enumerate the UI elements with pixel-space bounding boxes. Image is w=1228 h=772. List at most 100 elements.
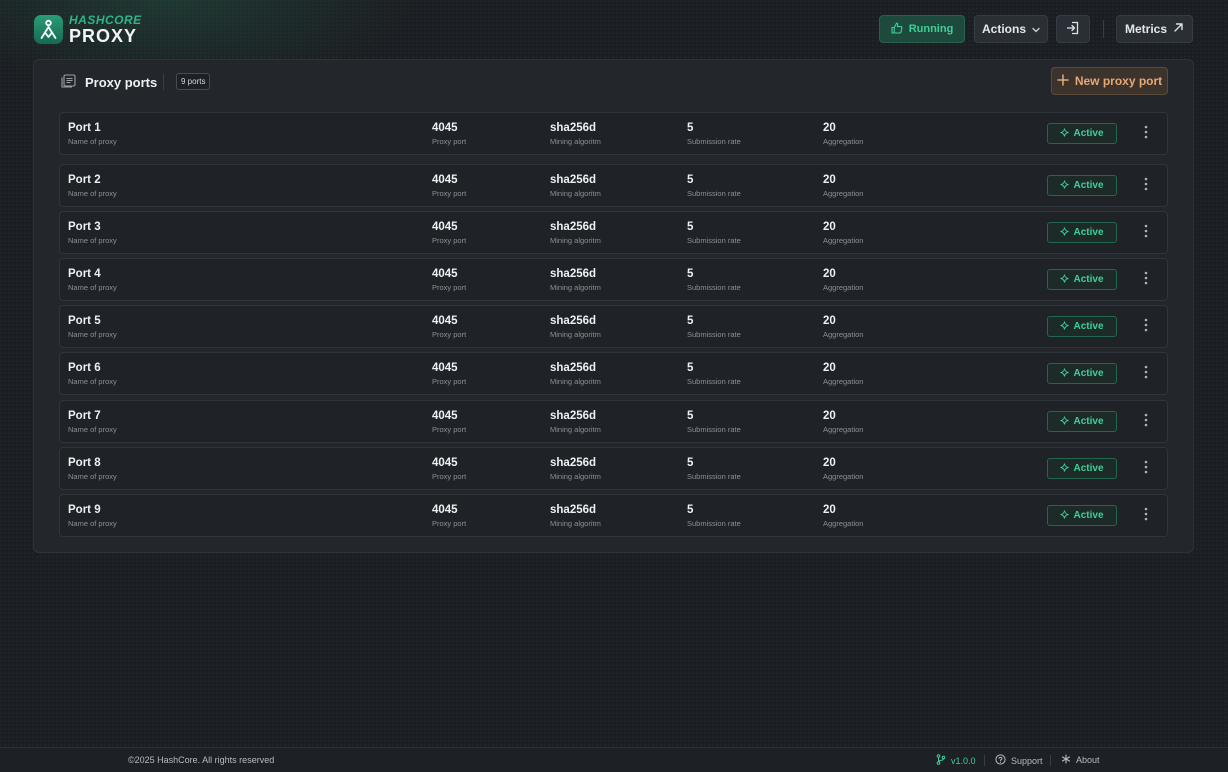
mining-algorithm-label: Mining algoritm [550, 377, 601, 386]
sparkle-icon [1060, 179, 1070, 192]
status-badge[interactable]: Active [1047, 505, 1117, 526]
proxy-port-row[interactable]: Port 9 Name of proxy 4045 Proxy port sha256d… [59, 494, 1168, 537]
more-vertical-icon [1144, 224, 1148, 243]
status-label: Active [1073, 128, 1104, 139]
status-label: Active [1073, 227, 1104, 238]
aggregation-cell: 20 Aggregation [823, 361, 863, 387]
aggregation-label: Aggregation [823, 189, 864, 198]
submission-rate-cell: 5 Submission rate [687, 409, 741, 435]
running-button[interactable]: Running [879, 15, 965, 43]
aggregation-value: 20 [823, 122, 836, 134]
row-more-button[interactable] [1137, 176, 1155, 196]
submission-rate-value: 5 [687, 410, 694, 422]
proxy-port-value: 4045 [432, 268, 458, 280]
mining-algorithm-label: Mining algoritm [550, 137, 601, 146]
status-badge[interactable]: Active [1047, 123, 1117, 144]
metrics-button[interactable]: Metrics [1116, 15, 1193, 43]
row-more-button[interactable] [1137, 412, 1155, 432]
support-link[interactable]: Support [995, 754, 1043, 767]
row-more-button[interactable] [1137, 124, 1155, 144]
sign-in-button[interactable] [1056, 15, 1090, 43]
proxy-port-row[interactable]: Port 8 Name of proxy 4045 Proxy port sha256d… [59, 447, 1168, 490]
mining-algorithm-label: Mining algoritm [550, 283, 601, 292]
actions-dropdown[interactable]: Actions [974, 15, 1048, 43]
row-more-button[interactable] [1137, 317, 1155, 337]
aggregation-label: Aggregation [823, 472, 864, 481]
mining-algorithm-cell: sha256d Mining algoritm [550, 314, 601, 340]
status-badge[interactable]: Active [1047, 175, 1117, 196]
mining-algorithm-value: sha256d [550, 315, 597, 327]
mining-algorithm-label: Mining algoritm [550, 472, 601, 481]
about-link[interactable]: About [1061, 754, 1100, 766]
submission-rate-value: 5 [687, 221, 694, 233]
submission-rate-label: Submission rate [687, 472, 741, 481]
proxy-ports-panel: Proxy ports 9 ports New proxy port Port … [33, 59, 1194, 553]
row-more-button[interactable] [1137, 270, 1155, 290]
more-vertical-icon [1144, 318, 1148, 337]
submission-rate-cell: 5 Submission rate [687, 173, 741, 199]
row-more-button[interactable] [1137, 459, 1155, 479]
sparkle-icon [1060, 462, 1070, 475]
port-name-value: Port 3 [68, 221, 101, 233]
new-proxy-port-button[interactable]: New proxy port [1051, 67, 1168, 95]
status-badge[interactable]: Active [1047, 363, 1117, 384]
port-name-label: Name of proxy [68, 472, 117, 481]
submission-rate-label: Submission rate [687, 519, 741, 528]
proxy-port-cell: 4045 Proxy port [432, 361, 466, 387]
version-link[interactable]: v1.0.0 [936, 754, 976, 767]
status-label: Active [1073, 510, 1104, 521]
aggregation-label: Aggregation [823, 425, 864, 434]
sparkle-icon [1060, 127, 1070, 140]
status-badge[interactable]: Active [1047, 458, 1117, 479]
proxy-port-label: Proxy port [432, 377, 467, 386]
sparkle-icon [1060, 415, 1070, 428]
status-label: Active [1073, 368, 1104, 379]
mining-algorithm-cell: sha256d Mining algoritm [550, 267, 601, 293]
more-vertical-icon [1144, 125, 1148, 144]
status-badge[interactable]: Active [1047, 269, 1117, 290]
status-badge[interactable]: Active [1047, 222, 1117, 243]
submission-rate-label: Submission rate [687, 189, 741, 198]
proxy-port-cell: 4045 Proxy port [432, 173, 466, 199]
port-name-value: Port 5 [68, 315, 101, 327]
submission-rate-cell: 5 Submission rate [687, 220, 741, 246]
row-more-button[interactable] [1137, 364, 1155, 384]
submission-rate-cell: 5 Submission rate [687, 121, 741, 147]
mining-algorithm-label: Mining algoritm [550, 189, 601, 198]
submission-rate-value: 5 [687, 268, 694, 280]
row-more-button[interactable] [1137, 506, 1155, 526]
proxy-port-row[interactable]: Port 5 Name of proxy 4045 Proxy port sha256d… [59, 305, 1168, 348]
proxy-port-row[interactable]: Port 3 Name of proxy 4045 Proxy port sha256d… [59, 211, 1168, 254]
help-circle-icon [995, 754, 1006, 767]
row-more-button[interactable] [1137, 223, 1155, 243]
sparkle-icon [1060, 273, 1070, 286]
proxy-port-row[interactable]: Port 2 Name of proxy 4045 Proxy port sha256d… [59, 164, 1168, 207]
port-name-cell: Port 3 Name of proxy [68, 220, 117, 246]
port-name-cell: Port 8 Name of proxy [68, 456, 117, 482]
new-proxy-port-label: New proxy port [1074, 74, 1163, 88]
sparkle-icon [1060, 226, 1070, 239]
port-name-label: Name of proxy [68, 189, 117, 198]
aggregation-cell: 20 Aggregation [823, 314, 863, 340]
mining-algorithm-label: Mining algoritm [550, 236, 601, 245]
port-name-label: Name of proxy [68, 283, 117, 292]
port-name-value: Port 9 [68, 504, 101, 516]
submission-rate-cell: 5 Submission rate [687, 361, 741, 387]
aggregation-value: 20 [823, 410, 836, 422]
ports-count-badge: 9 ports [176, 73, 211, 90]
status-badge[interactable]: Active [1047, 411, 1117, 432]
proxy-port-label: Proxy port [432, 189, 467, 198]
brand-logo[interactable]: HASHCORE PROXY [34, 14, 142, 45]
proxy-port-row[interactable]: Port 1 Name of proxy 4045 Proxy port sha256d… [59, 112, 1168, 155]
status-badge[interactable]: Active [1047, 316, 1117, 337]
proxy-port-value: 4045 [432, 315, 458, 327]
proxy-port-row[interactable]: Port 6 Name of proxy 4045 Proxy port sha256d… [59, 352, 1168, 395]
proxy-port-row[interactable]: Port 7 Name of proxy 4045 Proxy port sha256d… [59, 400, 1168, 443]
port-name-value: Port 7 [68, 410, 101, 422]
port-name-value: Port 6 [68, 362, 101, 374]
proxy-port-label: Proxy port [432, 137, 467, 146]
submission-rate-label: Submission rate [687, 283, 741, 292]
proxy-port-row[interactable]: Port 4 Name of proxy 4045 Proxy port sha256d… [59, 258, 1168, 301]
sparkle-icon [1060, 509, 1070, 522]
plus-icon [1057, 73, 1069, 89]
